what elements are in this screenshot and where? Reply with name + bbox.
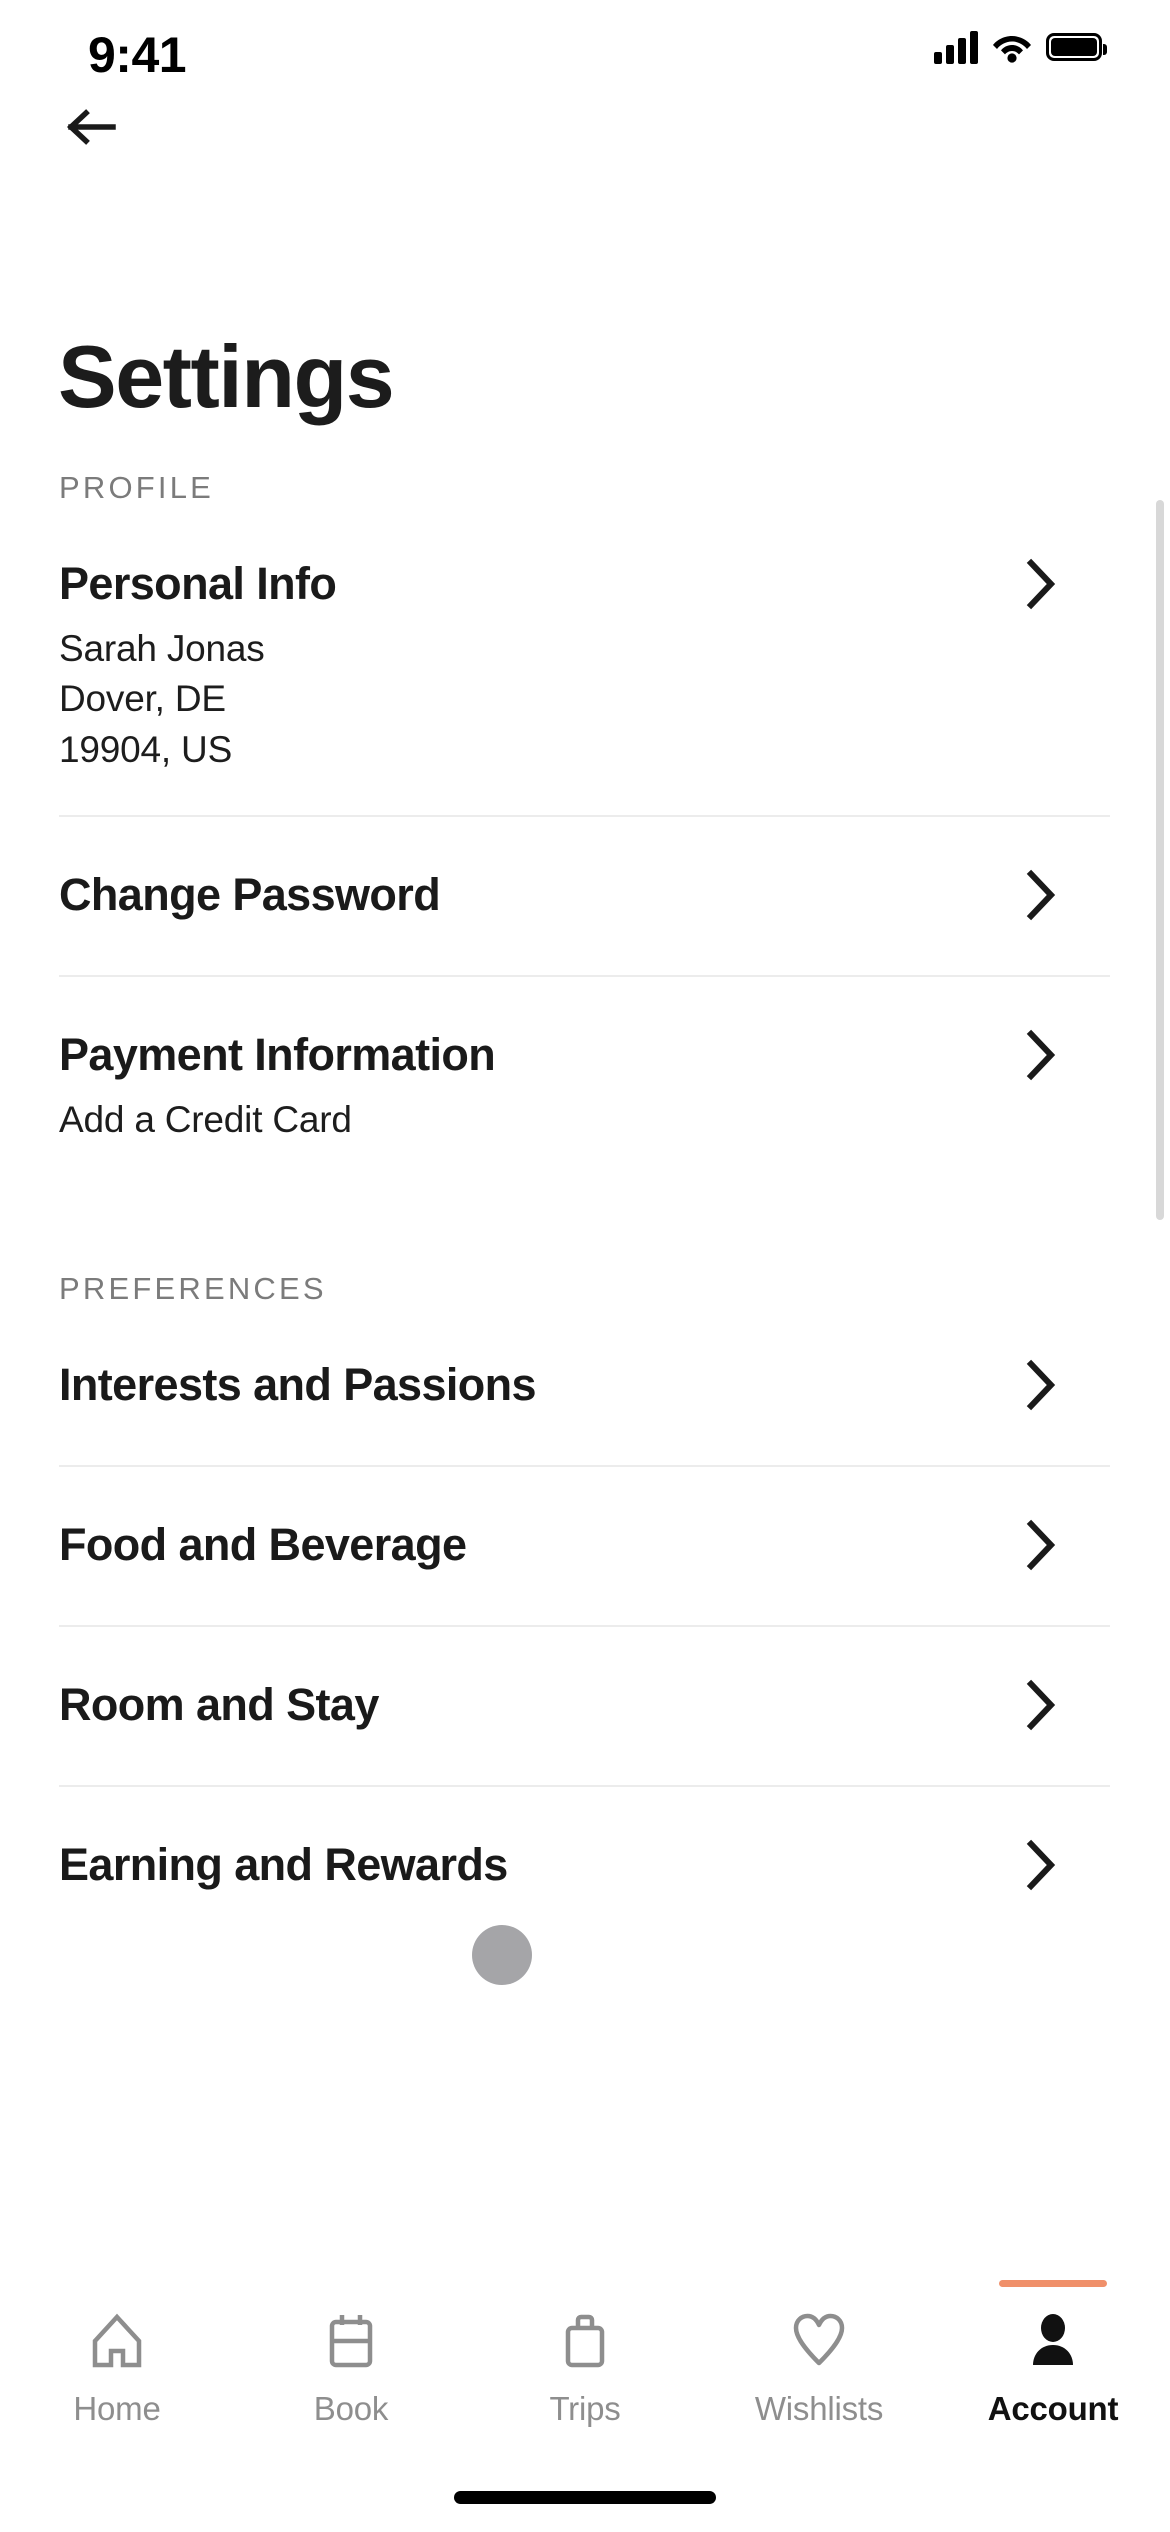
settings-row-subtext: Sarah Jonas Dover, DE 19904, US bbox=[59, 624, 1110, 775]
active-tab-indicator bbox=[999, 2280, 1107, 2287]
briefcase-icon bbox=[557, 2308, 613, 2374]
tab-book[interactable]: Book bbox=[234, 2280, 468, 2470]
heart-icon bbox=[791, 2308, 847, 2374]
signal-bars-icon bbox=[934, 30, 978, 64]
status-bar-time: 9:41 bbox=[88, 27, 187, 83]
settings-row[interactable]: Room and Stay bbox=[0, 1627, 1170, 1785]
chevron-right-icon[interactable] bbox=[1024, 1029, 1058, 1081]
section-label-preferences: PREFERENCES bbox=[59, 1271, 327, 1307]
tab-label: Home bbox=[73, 2390, 161, 2427]
chevron-right-icon[interactable] bbox=[1024, 1519, 1058, 1571]
settings-row-header: Payment Information bbox=[59, 1029, 1110, 1081]
tab-label: Wishlists bbox=[754, 2390, 884, 2427]
settings-list: PROFILE Personal Info Sarah Jonas Dover, DE… bbox=[0, 470, 1170, 1945]
back-button[interactable] bbox=[55, 96, 127, 162]
settings-row-title: Food and Beverage bbox=[59, 1519, 467, 1571]
vertical-scrollbar[interactable] bbox=[1156, 500, 1164, 1220]
tab-trips[interactable]: Trips bbox=[468, 2280, 702, 2470]
tab-wishlists[interactable]: Wishlists bbox=[702, 2280, 936, 2470]
settings-row-header: Change Password bbox=[59, 869, 1110, 921]
settings-row-header: Room and Stay bbox=[59, 1679, 1110, 1731]
touch-pointer-dot bbox=[472, 1925, 532, 1985]
tab-list: Home Book Trips Wishlists Account bbox=[0, 2280, 1170, 2470]
settings-row-header: Personal Info bbox=[59, 558, 1110, 610]
home-icon bbox=[89, 2308, 145, 2374]
back-arrow-icon bbox=[65, 107, 117, 152]
settings-row-header: Interests and Passions bbox=[59, 1359, 1110, 1411]
tab-label: Trips bbox=[549, 2390, 621, 2427]
status-bar: 9:41 bbox=[0, 0, 1170, 100]
settings-row-subtext-line: Dover, DE bbox=[59, 678, 226, 720]
settings-row-subtext: Add a Credit Card bbox=[59, 1095, 1110, 1145]
settings-row[interactable]: Food and Beverage bbox=[0, 1467, 1170, 1625]
settings-row-title: Interests and Passions bbox=[59, 1359, 537, 1411]
settings-row-title: Change Password bbox=[59, 868, 441, 920]
settings-row[interactable]: Interests and Passions bbox=[0, 1307, 1170, 1465]
settings-row-title: Personal Info bbox=[59, 558, 337, 609]
phone-screen: 9:41 Settings PROFILE Personal Info Sarah … bbox=[0, 0, 1170, 2532]
status-bar-indicators bbox=[934, 30, 1107, 64]
page-title: Settings bbox=[58, 327, 395, 426]
chevron-right-icon[interactable] bbox=[1024, 1679, 1058, 1731]
settings-row-subtext-line: 19904, US bbox=[59, 728, 233, 770]
wifi-icon bbox=[992, 30, 1032, 64]
battery-full-icon bbox=[1046, 33, 1107, 61]
person-icon bbox=[1025, 2308, 1081, 2374]
chevron-right-icon[interactable] bbox=[1024, 558, 1058, 610]
settings-row-subtext-line: Add a Credit Card bbox=[59, 1098, 352, 1140]
settings-row-title: Earning and Rewards bbox=[59, 1839, 508, 1891]
tab-label: Account bbox=[987, 2390, 1119, 2427]
bottom-tab-bar: Home Book Trips Wishlists Account bbox=[0, 2280, 1170, 2532]
tab-label: Book bbox=[313, 2390, 389, 2427]
home-indicator bbox=[454, 2491, 716, 2504]
chevron-right-icon[interactable] bbox=[1024, 1359, 1058, 1411]
chevron-right-icon[interactable] bbox=[1024, 869, 1058, 921]
settings-row-title: Payment Information bbox=[59, 1028, 496, 1080]
chevron-right-icon[interactable] bbox=[1024, 1839, 1058, 1891]
settings-row-title: Room and Stay bbox=[59, 1679, 379, 1731]
tab-account[interactable]: Account bbox=[936, 2280, 1170, 2470]
settings-row[interactable]: Earning and Rewards bbox=[0, 1787, 1170, 1945]
settings-row-subtext-line: Sarah Jonas bbox=[59, 628, 265, 669]
settings-row-header: Food and Beverage bbox=[59, 1519, 1110, 1571]
settings-row[interactable]: Change Password bbox=[0, 817, 1170, 975]
settings-row[interactable]: Personal Info Sarah Jonas Dover, DE 19904, … bbox=[0, 506, 1170, 815]
book-icon bbox=[323, 2308, 379, 2374]
tab-home[interactable]: Home bbox=[0, 2280, 234, 2470]
settings-row-header: Earning and Rewards bbox=[59, 1839, 1110, 1891]
settings-row[interactable]: Payment Information Add a Credit Card bbox=[0, 977, 1170, 1185]
section-label-profile: PROFILE bbox=[59, 470, 215, 505]
